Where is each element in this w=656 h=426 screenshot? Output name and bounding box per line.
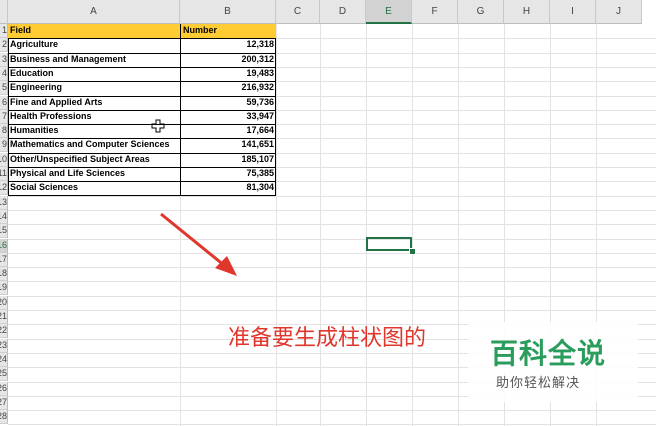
row-header-12[interactable]: 12 — [0, 181, 8, 196]
table-cell-field[interactable]: Engineering — [8, 81, 180, 95]
table-cell-field[interactable]: Physical and Life Sciences — [8, 167, 180, 181]
table-row-border — [8, 38, 276, 40]
row-header-28[interactable]: 28 — [0, 410, 8, 425]
watermark-subtitle: 助你轻松解决 — [496, 376, 581, 391]
gridline-horizontal — [8, 281, 656, 283]
table-row-border — [8, 66, 276, 68]
row-header-3[interactable]: 3 — [0, 52, 8, 67]
row-header-25[interactable]: 25 — [0, 367, 8, 382]
row-header-24[interactable]: 24 — [0, 352, 8, 367]
table-cell-field[interactable]: Social Sciences — [8, 181, 180, 195]
gridline-horizontal — [8, 267, 656, 269]
table-row-border — [8, 152, 276, 154]
table-cell-number[interactable]: 141,651 — [181, 138, 276, 152]
gridline-horizontal — [8, 295, 656, 297]
gridline-horizontal — [8, 252, 656, 254]
table-row-border — [8, 109, 276, 111]
table-cell-number[interactable]: 216,932 — [181, 81, 276, 95]
select-all-corner[interactable] — [0, 0, 8, 24]
row-header-10[interactable]: 10 — [0, 152, 8, 167]
column-header-h[interactable]: H — [504, 0, 550, 24]
spreadsheet-grid: JIHGFEDCBA 准备要生成柱状图的 百科全说 助你轻松解决 1234567… — [0, 0, 656, 426]
table-cell-number[interactable]: 200,312 — [181, 53, 276, 67]
table-cell-number[interactable]: 19,483 — [181, 67, 276, 81]
table-cell-field[interactable]: Education — [8, 67, 180, 81]
gridline-horizontal — [8, 209, 656, 211]
row-header-2[interactable]: 2 — [0, 38, 8, 53]
row-header-22[interactable]: 22 — [0, 324, 8, 339]
row-header-27[interactable]: 27 — [0, 395, 8, 410]
watermark: 百科全说 助你轻松解决 — [468, 322, 638, 402]
table-row-border — [8, 52, 276, 54]
row-header-19[interactable]: 19 — [0, 281, 8, 296]
table-cell-number[interactable]: 59,736 — [181, 96, 276, 110]
gridline-horizontal — [8, 238, 656, 240]
table-cell-field[interactable]: Other/Unspecified Subject Areas — [8, 153, 180, 167]
row-header-14[interactable]: 14 — [0, 209, 8, 224]
row-header-6[interactable]: 6 — [0, 95, 8, 110]
row-header-18[interactable]: 18 — [0, 267, 8, 282]
gridline-horizontal — [8, 224, 656, 226]
table-row-border — [8, 95, 276, 97]
table-header-field[interactable]: Field — [8, 24, 180, 38]
row-header-17[interactable]: 17 — [0, 252, 8, 267]
table-cell-field[interactable]: Mathematics and Computer Sciences — [8, 138, 180, 152]
table-row-border — [8, 81, 276, 83]
table-cell-number[interactable]: 33,947 — [181, 110, 276, 124]
gridline-horizontal — [8, 410, 656, 412]
table-row-border — [8, 181, 276, 183]
row-header-5[interactable]: 5 — [0, 81, 8, 96]
gridline-horizontal — [8, 310, 656, 311]
table-cell-number[interactable]: 12,318 — [181, 38, 276, 52]
column-header-e[interactable]: E — [366, 0, 412, 24]
column-header-d[interactable]: D — [320, 0, 366, 24]
gridline-vertical — [276, 24, 277, 426]
column-header-f[interactable]: F — [412, 0, 458, 24]
row-header-23[interactable]: 23 — [0, 338, 8, 353]
row-header-15[interactable]: 15 — [0, 224, 8, 239]
table-cell-field[interactable]: Fine and Applied Arts — [8, 96, 180, 110]
table-header-number[interactable]: Number — [181, 24, 276, 38]
row-header-26[interactable]: 26 — [0, 381, 8, 396]
table-cell-number[interactable]: 81,304 — [181, 181, 276, 195]
table-row-border — [8, 124, 276, 126]
gridline-horizontal — [8, 195, 656, 197]
column-header-j[interactable]: J — [596, 0, 642, 24]
gridline-vertical — [320, 24, 321, 426]
row-header-4[interactable]: 4 — [0, 66, 8, 81]
table-cell-field[interactable]: Agriculture — [8, 38, 180, 52]
column-header-g[interactable]: G — [458, 0, 504, 24]
row-header-21[interactable]: 21 — [0, 310, 8, 324]
red-arrow-icon — [160, 212, 237, 276]
annotation-caption: 准备要生成柱状图的 — [228, 326, 427, 351]
selected-cell-e16[interactable] — [366, 237, 412, 251]
watermark-title: 百科全说 — [490, 337, 607, 370]
table-cell-field[interactable]: Health Professions — [8, 110, 180, 124]
gridline-vertical — [458, 24, 459, 426]
gridline-horizontal — [8, 424, 656, 426]
table-row-border — [8, 167, 276, 168]
table-cell-number[interactable]: 17,664 — [181, 124, 276, 138]
table-row-border — [8, 138, 276, 140]
row-header-20[interactable]: 20 — [0, 295, 8, 310]
table-cell-field[interactable]: Business and Management — [8, 53, 180, 67]
row-header-9[interactable]: 9 — [0, 138, 8, 153]
column-header-b[interactable]: B — [180, 0, 276, 24]
row-header-13[interactable]: 13 — [0, 195, 8, 210]
gridline-vertical — [412, 24, 413, 426]
column-header-a[interactable]: A — [8, 0, 180, 24]
gridline-vertical — [366, 24, 367, 426]
column-header-c[interactable]: C — [276, 0, 320, 24]
column-header-i[interactable]: I — [550, 0, 596, 24]
row-header-7[interactable]: 7 — [0, 109, 8, 124]
table-cell-number[interactable]: 185,107 — [181, 153, 276, 167]
row-header-11[interactable]: 11 — [0, 167, 8, 181]
row-header-1[interactable]: 1 — [0, 24, 8, 38]
table-cell-number[interactable]: 75,385 — [181, 167, 276, 181]
row-header-16[interactable]: 16 — [0, 238, 8, 253]
table-cell-field[interactable]: Humanities — [8, 124, 180, 138]
fill-handle[interactable] — [409, 248, 416, 255]
row-header-8[interactable]: 8 — [0, 124, 8, 139]
